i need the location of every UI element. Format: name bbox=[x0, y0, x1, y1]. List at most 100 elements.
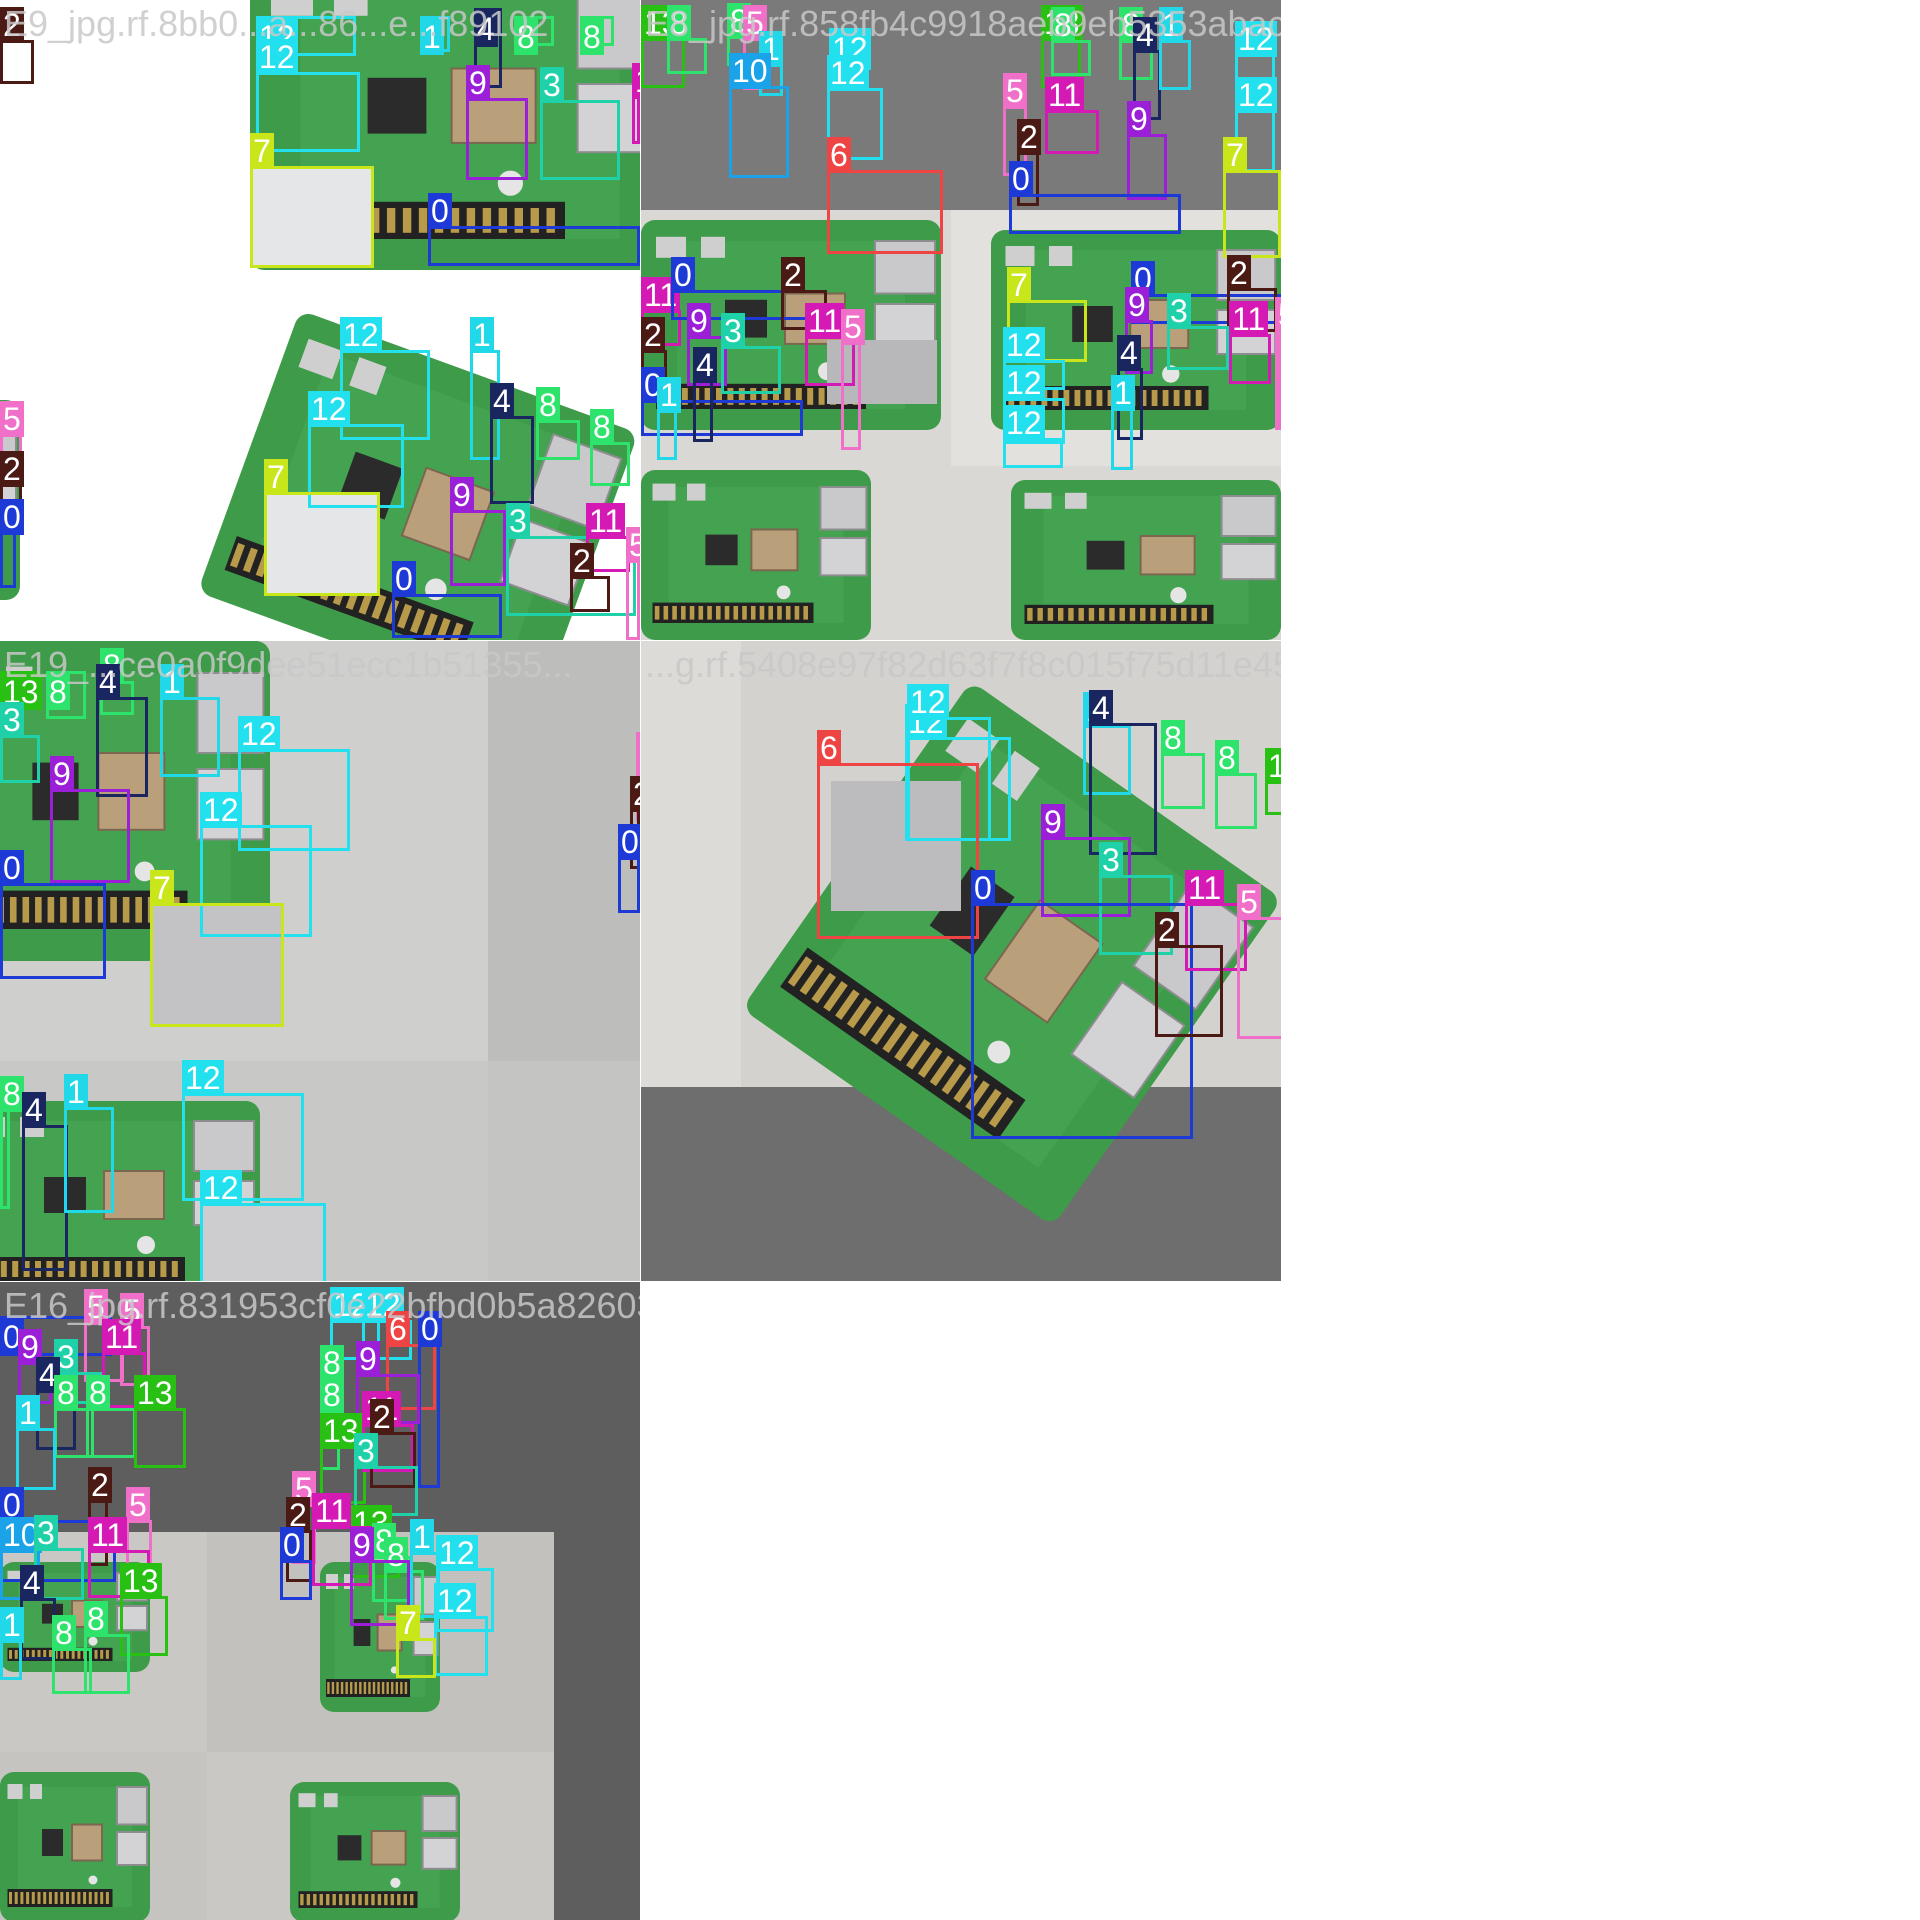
detection-class-label: 1 bbox=[0, 1607, 24, 1643]
detection-class-label: 0 bbox=[280, 1527, 304, 1563]
detection-box: 9 bbox=[450, 477, 506, 586]
detection-box: 0 bbox=[418, 1311, 442, 1488]
detection-box: 7 bbox=[250, 133, 374, 268]
detection-box: 12 bbox=[434, 1583, 488, 1676]
detection-box: 4 bbox=[490, 383, 534, 504]
detection-box: 1 bbox=[160, 664, 220, 777]
detection-class-label: 0 bbox=[0, 850, 24, 886]
detection-class-label: 5 bbox=[0, 401, 24, 437]
detection-class-label: 2 bbox=[1227, 255, 1251, 291]
detection-class-label: 8 bbox=[320, 1345, 344, 1381]
detection-class-label: 13 bbox=[134, 1375, 176, 1411]
detection-box: 1 bbox=[0, 1607, 24, 1680]
detection-box: 2 bbox=[1155, 912, 1223, 1037]
circuit-board-photo bbox=[0, 1772, 150, 1920]
detection-class-label: 3 bbox=[506, 503, 530, 539]
detection-class-label: 3 bbox=[721, 313, 745, 349]
detection-class-label: 7 bbox=[396, 1605, 420, 1641]
detection-class-label: 2 bbox=[88, 1467, 112, 1503]
detection-box: 11 bbox=[1229, 301, 1271, 384]
detection-box: 1 bbox=[1159, 7, 1191, 90]
detection-class-label: 8 bbox=[1215, 740, 1239, 776]
detection-class-label: 0 bbox=[0, 499, 24, 535]
detection-box: 7 bbox=[396, 1605, 436, 1678]
detection-class-label: 9 bbox=[350, 1527, 374, 1563]
detection-class-label: 8 bbox=[536, 387, 560, 423]
detection-class-label: 12 bbox=[182, 1060, 224, 1096]
detection-class-label: 7 bbox=[1223, 137, 1247, 173]
circuit-board-photo bbox=[641, 470, 871, 640]
detection-box: 5 bbox=[1237, 884, 1281, 1039]
detection-class-label: 9 bbox=[1125, 287, 1149, 323]
detection-class-label: 11 bbox=[1185, 870, 1225, 906]
detection-class-label: 12 bbox=[1003, 365, 1045, 401]
detection-class-label: 8 bbox=[580, 19, 604, 55]
detection-box: 13 bbox=[134, 1375, 186, 1468]
detection-box: 0 bbox=[0, 499, 24, 588]
detection-class-label: 6 bbox=[827, 137, 851, 173]
detection-class-label: 11 bbox=[632, 63, 640, 99]
detection-box: 8 bbox=[84, 1601, 130, 1694]
detection-box: 5 bbox=[626, 527, 640, 640]
mosaic-tile: E8_jpg.rf.858fb4c9918aeb9eb5353abaccc0c1… bbox=[641, 0, 1281, 640]
tile-filename: E9_jpg.rf.8bb0...a...86...e...f89102 bbox=[4, 3, 549, 44]
detection-class-label: 9 bbox=[687, 303, 711, 339]
detection-class-label: 9 bbox=[356, 1341, 380, 1377]
detection-class-label: 2 bbox=[0, 451, 24, 487]
detection-box: 1 bbox=[657, 377, 681, 460]
detection-class-label: 4 bbox=[1089, 690, 1113, 726]
circuit-board-photo bbox=[290, 1782, 460, 1920]
detection-class-label: 8 bbox=[86, 1375, 110, 1411]
detection-class-label: 12 bbox=[200, 792, 242, 828]
detection-class-label: 2 bbox=[1155, 912, 1179, 948]
detection-class-label: 4 bbox=[22, 1092, 46, 1128]
detection-box: 4 bbox=[1089, 690, 1157, 855]
detection-class-label: 4 bbox=[693, 347, 717, 383]
detection-class-label: 3 bbox=[354, 1433, 378, 1469]
detection-class-label: 5 bbox=[636, 732, 640, 768]
detection-class-label: 3 bbox=[34, 1515, 58, 1551]
detection-box: 4 bbox=[22, 1092, 68, 1271]
detection-class-label: 2 bbox=[1017, 119, 1041, 155]
detection-box: 0 bbox=[280, 1527, 312, 1600]
detection-class-label: 3 bbox=[1167, 293, 1191, 329]
detection-class-label: 8 bbox=[84, 1601, 108, 1637]
detection-class-label: 5 bbox=[626, 527, 640, 563]
detection-box: 2 bbox=[0, 7, 34, 84]
mosaic-tile: E16_jpg.rf.831953cf0e22bfbd0b5a826036c4a… bbox=[0, 1282, 640, 1920]
circuit-board-photo bbox=[1011, 480, 1281, 640]
detection-class-label: 1 bbox=[1111, 375, 1135, 411]
detection-class-label: 11 bbox=[1045, 77, 1085, 113]
detection-box: 3 bbox=[1167, 293, 1229, 370]
detection-class-label: 8 bbox=[590, 409, 614, 445]
detection-box: 7 bbox=[150, 870, 284, 1027]
detection-class-label: 4 bbox=[1117, 335, 1141, 371]
detection-class-label: 2 bbox=[570, 543, 594, 579]
detection-class-label: 9 bbox=[1127, 101, 1151, 137]
detection-class-label: 3 bbox=[1099, 842, 1123, 878]
detection-box: 8 bbox=[536, 387, 580, 460]
detection-box: 3 bbox=[0, 702, 40, 783]
detection-class-label: 12 bbox=[907, 684, 949, 720]
detection-box: 8 bbox=[590, 409, 630, 486]
detection-class-label: 11 bbox=[805, 303, 845, 339]
detection-class-label: 1 bbox=[64, 1074, 88, 1110]
detection-class-label: 0 bbox=[1009, 161, 1033, 197]
detection-box: 1 bbox=[1111, 375, 1135, 470]
detection-class-label: 13 bbox=[1265, 748, 1281, 784]
detection-box: 8 bbox=[1215, 740, 1257, 829]
detection-box: 3 bbox=[540, 67, 620, 180]
detection-class-label: 12 bbox=[200, 1170, 242, 1206]
detection-box: 8 bbox=[1161, 720, 1205, 809]
detection-box: 9 bbox=[466, 65, 528, 180]
detection-class-label: 12 bbox=[1003, 405, 1045, 441]
detection-class-label: 7 bbox=[150, 870, 174, 906]
detection-class-label: 11 bbox=[88, 1517, 128, 1553]
detection-box: 0 bbox=[428, 193, 640, 266]
detection-class-label: 4 bbox=[490, 383, 514, 419]
detection-class-label: 12 bbox=[1003, 327, 1045, 363]
detection-class-label: 9 bbox=[450, 477, 474, 513]
mosaic-tile: E9_jpg.rf.8bb0...a...86...e...f89102 2 12 1… bbox=[0, 0, 640, 640]
detection-class-label: 1 bbox=[16, 1395, 40, 1431]
detection-class-label: 12 bbox=[436, 1535, 478, 1571]
